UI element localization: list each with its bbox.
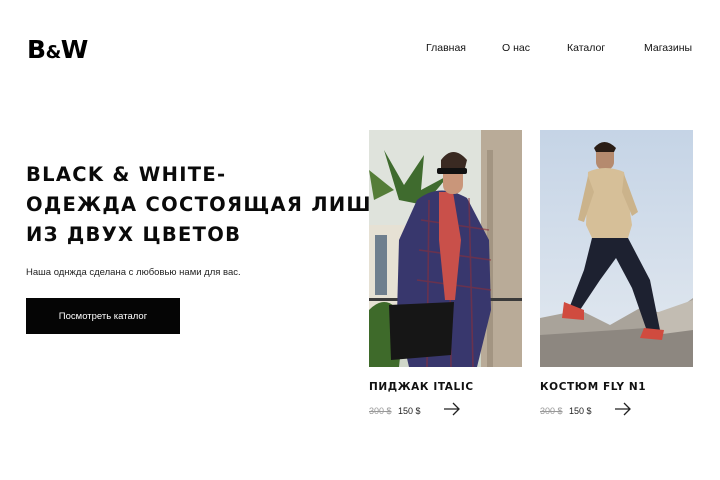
hero-title: BLACK & WHITE- ОДЕЖДА СОСТОЯЩАЯ ЛИШЬ ИЗ …: [26, 160, 388, 250]
product-price: 150 $: [398, 406, 421, 416]
arrow-right-icon[interactable]: [614, 402, 632, 416]
product-old-price: 300 $: [369, 406, 392, 416]
hero-title-line: BLACK & WHITE-: [26, 163, 227, 186]
product-card[interactable]: ПИДЖАК ITALIC 300 $ 150 $: [369, 130, 522, 416]
product-photo-jacket[interactable]: [369, 130, 522, 367]
product-old-price: 300 $: [540, 406, 563, 416]
product-name[interactable]: ПИДЖАК ITALIC: [369, 381, 474, 393]
product-photo-suit[interactable]: [540, 130, 693, 367]
product-name[interactable]: КОСТЮМ FLY N1: [540, 381, 646, 393]
jacket-model-illustration: [369, 130, 522, 367]
suit-model-illustration: [540, 130, 693, 367]
hero-title-line: ИЗ ДВУХ ЦВЕТОВ: [26, 223, 242, 246]
product-card[interactable]: КОСТЮМ FLY N1 300 $ 150 $: [540, 130, 693, 416]
hero-title-line: ОДЕЖДА СОСТОЯЩАЯ ЛИШЬ: [26, 193, 388, 216]
nav-link-home[interactable]: Главная: [426, 42, 466, 54]
product-price: 150 $: [569, 406, 592, 416]
nav-link-stores[interactable]: Магазины: [644, 42, 692, 54]
hero-subtitle: Наша однжда сделана с любовью нами для в…: [26, 267, 241, 278]
nav-link-catalog[interactable]: Каталог: [567, 42, 605, 54]
nav-link-about[interactable]: О нас: [502, 42, 530, 54]
main-navigation: Главная О нас Каталог Магазины: [0, 42, 720, 58]
arrow-right-icon[interactable]: [443, 402, 461, 416]
view-catalog-button[interactable]: Посмотреть каталог: [26, 298, 180, 334]
